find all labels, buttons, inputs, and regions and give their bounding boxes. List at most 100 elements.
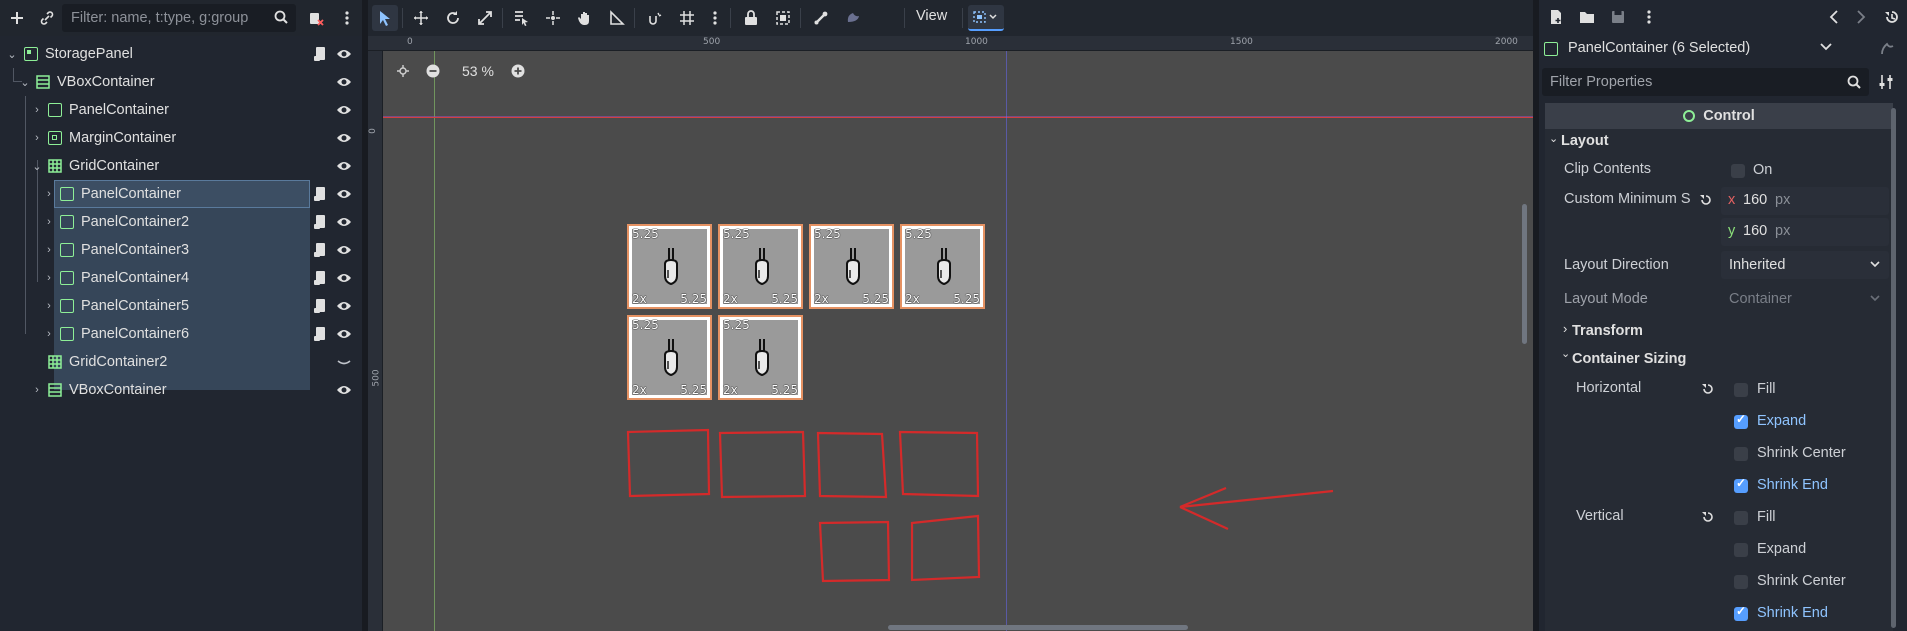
camera-override-icon[interactable] — [840, 5, 866, 31]
expand-arrow-icon[interactable]: › — [43, 244, 55, 256]
tree-row-panelcontainer-selected[interactable]: › PanelContainer — [0, 180, 362, 208]
inspector-scrollbar[interactable] — [1891, 108, 1896, 628]
scene-filter-input[interactable]: Filter: name, t:type, g:group — [62, 4, 296, 32]
visibility-eye-icon[interactable] — [336, 243, 352, 261]
visibility-eye-icon[interactable] — [336, 75, 352, 93]
vertical-shrink-end-checkbox[interactable] — [1734, 604, 1748, 621]
group-icon[interactable] — [770, 5, 796, 31]
grid-snap-icon[interactable] — [674, 5, 700, 31]
collapse-arrow-icon[interactable]: ⌄ — [31, 160, 43, 173]
visibility-eye-icon[interactable] — [336, 159, 352, 177]
visibility-eye-icon[interactable] — [336, 383, 352, 401]
visibility-eye-icon[interactable] — [336, 299, 352, 317]
tree-row-vboxcontainer[interactable]: ⌄ VBoxContainer — [0, 68, 362, 96]
add-node-icon[interactable] — [4, 5, 30, 31]
expand-arrow-icon[interactable]: › — [43, 272, 55, 284]
object-history-icon[interactable] — [1879, 4, 1905, 30]
script-icon[interactable] — [314, 270, 328, 290]
tree-row-gridcontainer2[interactable]: GridContainer2 — [0, 348, 362, 376]
vertical-expand-checkbox[interactable] — [1734, 543, 1748, 557]
property-options-icon[interactable] — [1878, 74, 1894, 94]
tree-row-vboxcontainer-2[interactable]: › VBoxContainer — [0, 376, 362, 404]
pan-hand-icon[interactable] — [572, 5, 598, 31]
hidden-eye-icon[interactable] — [336, 355, 352, 373]
more-options-icon[interactable] — [334, 5, 360, 31]
tree-row-panelcontainer6[interactable]: › PanelContainer6 — [0, 320, 362, 348]
list-select-icon[interactable] — [508, 5, 534, 31]
vertical-fill-checkbox[interactable] — [1734, 511, 1748, 525]
filter-script-icon[interactable] — [303, 5, 329, 31]
select-mode-icon[interactable] — [372, 5, 398, 31]
tree-row-margincontainer[interactable]: › MarginContainer — [0, 124, 362, 152]
visibility-eye-icon[interactable] — [336, 103, 352, 121]
expand-arrow-icon[interactable]: › — [43, 328, 55, 340]
expand-arrow-icon[interactable]: › — [43, 300, 55, 312]
clip-contents-checkbox[interactable] — [1731, 164, 1745, 178]
save-resource-icon[interactable] — [1605, 4, 1631, 30]
new-resource-icon[interactable] — [1543, 4, 1569, 30]
script-icon[interactable] — [314, 214, 328, 234]
visibility-eye-icon[interactable] — [336, 131, 352, 149]
filter-properties-input[interactable]: Filter Properties — [1542, 68, 1869, 96]
object-doc-icon[interactable] — [1879, 40, 1895, 60]
skeleton-bone-icon[interactable] — [808, 5, 834, 31]
expand-arrow-icon[interactable]: › — [31, 104, 43, 116]
lock-icon[interactable] — [738, 5, 764, 31]
tree-row-gridcontainer[interactable]: ⌄ GridContainer — [0, 152, 362, 180]
horizontal-fill-checkbox[interactable] — [1734, 383, 1748, 397]
visibility-eye-icon[interactable] — [336, 47, 352, 65]
horizontal-expand-checkbox[interactable] — [1734, 412, 1748, 429]
expand-arrow-icon[interactable]: › — [43, 188, 55, 200]
revert-icon[interactable] — [1699, 193, 1713, 211]
section-container-sizing[interactable]: ⌄ Container Sizing — [1545, 347, 1893, 373]
move-mode-icon[interactable] — [408, 5, 434, 31]
revert-icon[interactable] — [1701, 382, 1715, 400]
link-icon[interactable] — [34, 5, 60, 31]
min-size-x-field[interactable]: x 160 px — [1721, 187, 1889, 215]
section-transform[interactable]: › Transform — [1545, 319, 1893, 345]
visibility-eye-icon[interactable] — [336, 271, 352, 289]
tree-row-panelcontainer5[interactable]: › PanelContainer5 — [0, 292, 362, 320]
expand-arrow-icon[interactable]: › — [31, 384, 43, 396]
inspector-menu-icon[interactable] — [1636, 4, 1662, 30]
scale-mode-icon[interactable] — [472, 5, 498, 31]
section-layout[interactable]: ⌄ Layout — [1545, 130, 1893, 154]
vertical-shrink-center-checkbox[interactable] — [1734, 575, 1748, 589]
canvas-viewport[interactable]: 0 500 1000 1500 2000 0 500 53 % 5.25 2x 5.… — [368, 36, 1533, 631]
horizontal-shrink-end-checkbox[interactable] — [1734, 476, 1748, 493]
ruler-icon[interactable] — [604, 5, 630, 31]
collapse-arrow-icon[interactable]: ⌄ — [19, 76, 31, 89]
script-icon[interactable] — [314, 242, 328, 262]
layout-presets-icon[interactable] — [968, 5, 1004, 31]
load-resource-icon[interactable] — [1574, 4, 1600, 30]
script-icon[interactable] — [314, 186, 328, 206]
tree-row-storagepanel[interactable]: ⌄ StoragePanel — [0, 40, 362, 68]
rotate-mode-icon[interactable] — [440, 5, 466, 31]
smart-snap-icon[interactable] — [642, 5, 668, 31]
snap-options-icon[interactable] — [702, 5, 728, 31]
layout-direction-dropdown[interactable]: Inherited — [1721, 251, 1889, 279]
visibility-eye-icon[interactable] — [336, 187, 352, 205]
tree-row-panelcontainer[interactable]: › PanelContainer — [0, 96, 362, 124]
layout-mode-dropdown[interactable]: Container — [1721, 285, 1889, 313]
expand-arrow-icon[interactable]: › — [31, 132, 43, 144]
script-icon[interactable] — [314, 46, 328, 66]
history-forward-icon[interactable] — [1848, 4, 1874, 30]
revert-icon[interactable] — [1701, 510, 1715, 528]
view-menu[interactable]: View — [916, 8, 947, 24]
tree-row-panelcontainer4[interactable]: › PanelContainer4 — [0, 264, 362, 292]
visibility-eye-icon[interactable] — [336, 327, 352, 345]
inspector-object-selector[interactable]: PanelContainer (6 Selected) — [1539, 34, 1907, 64]
viewport-horizontal-scrollbar[interactable] — [888, 625, 1188, 630]
pivot-icon[interactable] — [540, 5, 566, 31]
horizontal-shrink-center-checkbox[interactable] — [1734, 447, 1748, 461]
collapse-arrow-icon[interactable]: ⌄ — [6, 48, 18, 61]
viewport-vertical-scrollbar[interactable] — [1522, 204, 1527, 344]
min-size-y-field[interactable]: y 160 px — [1721, 218, 1889, 246]
script-icon[interactable] — [314, 326, 328, 346]
script-icon[interactable] — [314, 298, 328, 318]
history-back-icon[interactable] — [1821, 4, 1847, 30]
tree-row-panelcontainer3[interactable]: › PanelContainer3 — [0, 236, 362, 264]
chevron-down-icon[interactable] — [1819, 39, 1833, 57]
expand-arrow-icon[interactable]: › — [43, 216, 55, 228]
